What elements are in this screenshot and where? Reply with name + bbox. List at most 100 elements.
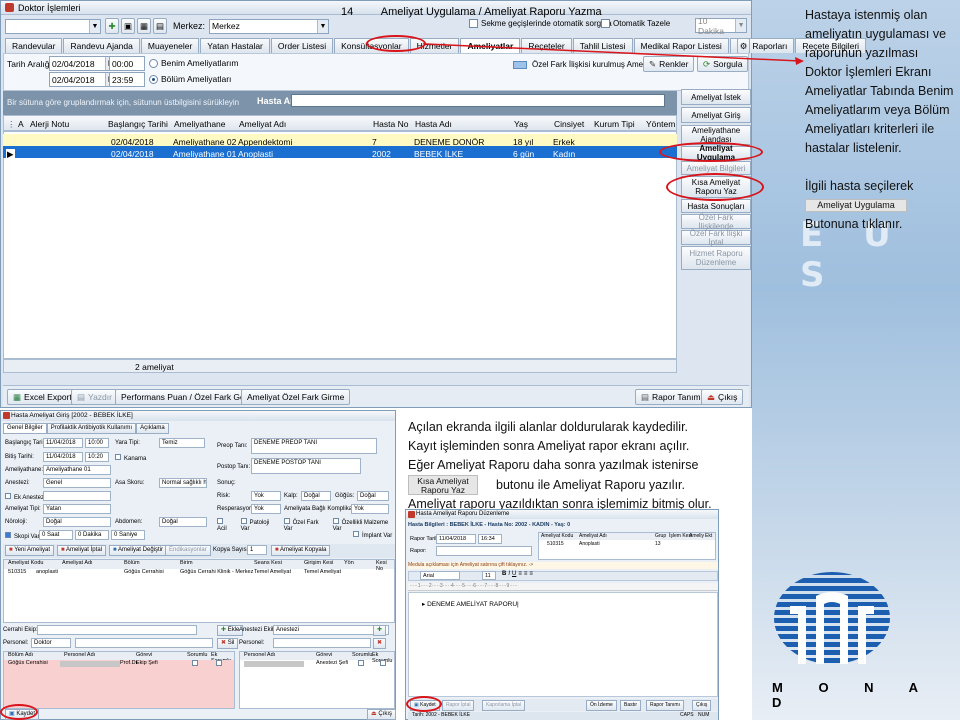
sil-button-1[interactable]: ✖ Sil [217,638,239,649]
table-row[interactable]: 510315 anoplasti Göğüs Cerrahisi Göğüs C… [4,569,394,577]
abdomen-combo[interactable]: Doğal [159,517,207,527]
dialog2-statusbar: Tarih: 2002 - BEBEK İLKE CAPS NUM [408,712,718,720]
annotation-line-1: Açılan ekranda ilgili alanlar doldurular… [408,420,689,434]
sonuc-label: Sonuç: [217,480,236,486]
align-center-icon[interactable]: ≡ [524,571,528,577]
status-text: Tarih: 2002 - BEBEK İLKE [412,712,471,718]
skopi-saniye[interactable]: 0 Saniye [111,530,145,540]
ruler: ·····1·····2·····3·····4·····5·····6····… [408,583,718,591]
bold-icon[interactable]: B [502,571,506,577]
annotation-bottom: Açılan ekranda ilgili alanlar doldurular… [408,418,753,514]
annotation-top-text-2: İlgili hasta seçilerek [805,179,914,193]
cerrahi-team-header: Bölüm Adı Personel Adı Görevi Sorumlu Ek… [4,652,234,664]
ek-anestezi-check[interactable]: Ek Anestezi: [5,493,47,501]
personel-combo[interactable]: Doktor [31,638,71,648]
align-right-icon[interactable]: ≡ [529,571,533,577]
yeni-ameliyat-button[interactable]: ■ Yeni Ameliyat [5,545,54,556]
dialog1-cikis-button[interactable]: ⏏ Çıkış [367,709,397,720]
table-row[interactable]: Göğüs Cerrahisi Prof.Dr. Ekip Şefi [4,660,234,668]
preop-field[interactable]: DENEME PREOP TANI [251,438,377,454]
check-acil[interactable]: Acil [217,518,235,532]
table-row[interactable]: 510315 Anoplasti 13 [539,541,715,548]
rapor-combo[interactable] [436,546,532,556]
skopi-check[interactable]: Skopi Var [5,532,40,540]
dialog1-checks: Acil Patoloji Var Özel Fark Var Özellikl… [217,518,395,532]
sil-button-2[interactable]: ✖ [373,638,387,649]
align-left-icon[interactable]: ≡ [518,571,522,577]
abdomen-label: Abdomen: [115,519,143,525]
check-ozellikli-malzeme[interactable]: Özellikli Malzeme Var [332,518,395,532]
font-size-combo[interactable]: 11 [482,571,496,580]
anestezi-team-header: Personel Adı Görevi Sorumlu Ek Sorumlu [240,652,394,664]
annotation-top: Hastaya istenmiş olan ameliyatın uygulam… [805,6,955,234]
ameliyat-iptal-button[interactable]: ■ Ameliyat İptal [57,545,106,556]
inline-ameliyat-uygulama: Ameliyat Uygulama [805,199,907,213]
ameliyat-kopyala-button[interactable]: ■ Ameliyat Kopyala [271,545,331,556]
asa-combo[interactable]: Normal sağlıklı hasta [159,478,207,488]
rapor-iptal-button[interactable]: Rapor İptal [442,700,475,711]
yara-tipi-combo[interactable]: Temiz [159,438,205,448]
check-implant[interactable]: İmplant Var [353,531,392,539]
ameliyat-degistir-button[interactable]: ■ Ameliyat Değiştir [109,545,167,556]
font-family-combo[interactable]: Arial [420,571,460,580]
tab-profilaktik[interactable]: Profilaktik Antibiyotik Kullanımı [46,423,137,434]
sorumlu-check [358,660,367,668]
bastir-button[interactable]: Bastır [620,700,642,711]
redacted-name [244,661,304,667]
kopya-sayisi-label: Kopya Sayısı: [213,547,251,553]
anestezi-ekip-combo[interactable]: Anestezi [273,625,389,635]
ameliyathane-combo[interactable]: Ameliyathane 01 [43,465,111,475]
rapor-date[interactable]: 11/04/2018 [436,534,476,544]
bitis-time[interactable]: 10:20 [85,452,109,462]
annotation-line-4: butonu ile Ameliyat Raporu yazılır. [496,477,685,492]
kalp-combo[interactable]: Doğal [301,491,331,501]
num-indicator: NUM [698,712,710,718]
tab-aciklama[interactable]: Açıklama [136,423,169,434]
underline-icon[interactable]: U [512,571,516,577]
ameliyat-tipi-label: Ameliyat Tipi: [5,506,41,512]
check-ozel-fark[interactable]: Özel Fark Var [283,518,327,532]
tab-genel-bilgiler[interactable]: Genel Bilgiler [3,423,47,434]
ameliyat-tipi-combo[interactable]: Yatan [43,504,111,514]
annotation-top-text-1: Hastaya istenmiş olan ameliyatın uygulam… [805,8,954,155]
personel-label: Personel: [3,640,29,646]
dialog1-grid-header: Ameliyat Kodu Ameliyat Adı Bölüm Birim S… [4,560,394,572]
cerrahi-ekip-label: Cerrahi Ekip: [3,627,38,633]
baslangic-time[interactable]: 10:00 [85,438,109,448]
table-row[interactable]: Anestezi Şefi [240,660,394,668]
dialog-icon [3,412,10,419]
ek-sorumlu-check [216,660,225,668]
bitis-date[interactable]: 11/04/2018 [43,452,83,462]
cerrahi-team-pink-area [4,668,234,708]
dialog1-tabs: Genel Bilgiler Profilaktik Antibiyotik K… [3,423,169,434]
rapor-cikis-button[interactable]: Çıkış [692,700,712,711]
rapor-time[interactable]: 16:34 [478,534,502,544]
rapor-tanimi-button-2[interactable]: Rapor Tanımı [646,700,684,711]
kanama-check[interactable]: Kanama [115,454,146,462]
cerrahi-ekip-combo[interactable] [37,625,197,635]
skopi-saat[interactable]: 0 Saat [39,530,73,540]
kopya-sayisi-field[interactable]: 1 [247,545,267,555]
dialog-icon [408,511,415,518]
kaporlama-iptal-button[interactable]: Kaporlama İptal [482,700,526,711]
resp-combo[interactable]: Yok [251,504,281,514]
risk-combo[interactable]: Yok [251,491,281,501]
report-body[interactable]: ▸ DENEME AMELİYAT RAPORU| [422,600,519,608]
personel-combo-2[interactable] [273,638,371,648]
sorumlu-check [192,660,201,668]
endikasyonlar-button[interactable]: Endikasyonlar [165,545,211,556]
ekle-button-2[interactable]: ✚ [373,625,387,636]
personel-name-combo[interactable] [75,638,213,648]
check-patoloji[interactable]: Patoloji Var [240,518,278,532]
on-izleme-button[interactable]: Ön İzleme [586,700,617,711]
gogus-combo[interactable]: Doğal [357,491,389,501]
italic-icon[interactable]: I [508,571,510,577]
skopi-dakika[interactable]: 0 Dakika [75,530,109,540]
highlight-kaydet-2 [406,696,442,712]
komp-combo[interactable]: Yok [351,504,389,514]
noroloji-combo[interactable]: Doğal [43,517,111,527]
baslangic-date[interactable]: 11/04/2018 [43,438,83,448]
postop-field[interactable]: DENEME POSTOP TANI [251,458,361,474]
ek-anestezi-combo[interactable] [43,491,111,501]
anestezi-combo[interactable]: Genel [43,478,111,488]
